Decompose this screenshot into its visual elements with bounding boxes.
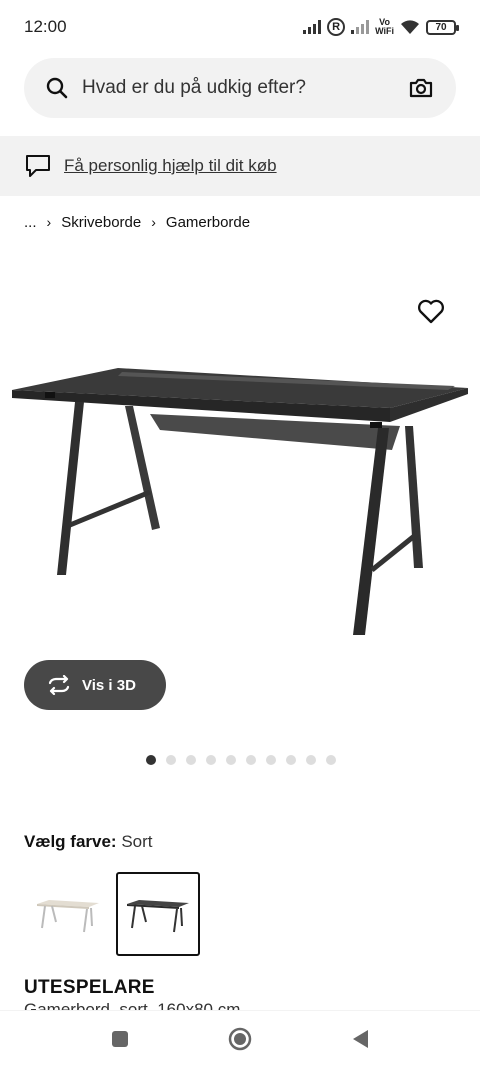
rotate-icon — [48, 675, 70, 695]
back-button[interactable] — [340, 1019, 380, 1059]
desk-thumbnail-black — [127, 900, 189, 933]
search-icon — [46, 77, 68, 99]
status-bar: 12:00 R Vo WiFi 70 — [0, 0, 480, 54]
status-icons: R Vo WiFi 70 — [303, 17, 459, 36]
wifi-icon — [401, 20, 419, 34]
home-button[interactable] — [220, 1019, 260, 1059]
color-label: Vælg farve: — [24, 832, 117, 851]
signal-icon-2 — [351, 20, 370, 34]
battery-icon: 70 — [426, 19, 459, 35]
carousel-dot[interactable] — [266, 755, 276, 765]
help-link[interactable]: Få personlig hjælp til dit køb — [64, 156, 277, 176]
system-nav-bar — [0, 1010, 480, 1067]
carousel-dot[interactable] — [186, 755, 196, 765]
camera-icon[interactable] — [408, 77, 434, 99]
view-in-3d-label: Vis i 3D — [82, 676, 136, 694]
signal-icon — [303, 20, 322, 34]
breadcrumb-ellipsis[interactable]: ... — [24, 214, 37, 231]
carousel-dot[interactable] — [226, 755, 236, 765]
color-value: Sort — [121, 832, 153, 851]
carousel-dot[interactable] — [206, 755, 216, 765]
desk-thumbnail-beige — [37, 900, 99, 933]
carousel-dot[interactable] — [246, 755, 256, 765]
product-image[interactable] — [0, 280, 480, 720]
view-in-3d-button[interactable]: Vis i 3D — [24, 660, 166, 710]
recents-button[interactable] — [100, 1019, 140, 1059]
clock: 12:00 — [24, 17, 67, 36]
carousel-dot[interactable] — [146, 755, 156, 765]
vowifi-icon: Vo WiFi — [375, 17, 394, 36]
search-placeholder[interactable]: Hvad er du på udkig efter? — [82, 77, 408, 99]
product-name: UTESPELARE — [24, 977, 155, 998]
carousel-dot[interactable] — [166, 755, 176, 765]
color-selector-label: Vælg farve: Sort — [24, 832, 153, 852]
home-icon — [228, 1027, 252, 1051]
search-bar[interactable]: Hvad er du på udkig efter? — [24, 58, 456, 118]
back-icon — [353, 1030, 368, 1048]
chevron-right-icon: › — [46, 214, 52, 230]
carousel-dot[interactable] — [306, 755, 316, 765]
color-swatch-beige[interactable] — [26, 872, 110, 956]
carousel-dot[interactable] — [326, 755, 336, 765]
breadcrumb-item-skriveborde[interactable]: Skriveborde — [61, 214, 141, 231]
chevron-right-icon: › — [151, 214, 156, 230]
color-swatch-sort[interactable] — [116, 872, 200, 956]
breadcrumb: ... › Skriveborde › Gamerborde — [24, 210, 250, 234]
breadcrumb-item-gamerborde[interactable]: Gamerborde — [166, 214, 250, 231]
chat-bubble-icon — [26, 155, 50, 177]
carousel-dots — [146, 755, 336, 765]
recents-icon — [112, 1031, 128, 1047]
registered-icon: R — [327, 18, 346, 36]
help-banner[interactable]: Få personlig hjælp til dit køb — [0, 136, 480, 196]
heart-icon[interactable] — [416, 296, 446, 326]
carousel-dot[interactable] — [286, 755, 296, 765]
